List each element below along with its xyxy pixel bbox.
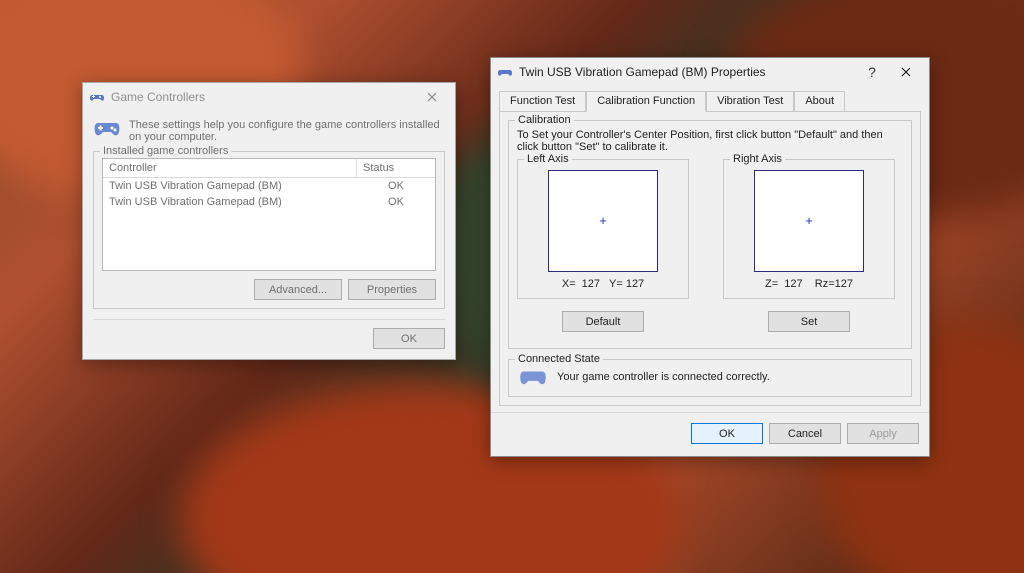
group-label: Connected State (515, 353, 603, 365)
group-label: Calibration (515, 114, 574, 126)
installed-controllers-group: Installed game controllers Controller St… (93, 151, 445, 309)
close-button[interactable] (415, 86, 449, 108)
tab-vibration-test[interactable]: Vibration Test (706, 91, 794, 112)
gamepad-icon (497, 64, 513, 80)
column-controller[interactable]: Controller (103, 159, 357, 177)
controller-name: Twin USB Vibration Gamepad (BM) (103, 178, 357, 194)
right-axis-label: Right Axis (730, 153, 785, 165)
gamepad-properties-window: Twin USB Vibration Gamepad (BM) Properti… (490, 57, 930, 457)
gamepad-icon (89, 89, 105, 105)
left-axis-box: + (548, 170, 658, 272)
crosshair-icon: + (804, 216, 814, 226)
tab-function-test[interactable]: Function Test (499, 91, 586, 112)
right-axis-box: + (754, 170, 864, 272)
set-button[interactable]: Set (768, 311, 850, 332)
tab-about[interactable]: About (794, 91, 845, 112)
titlebar[interactable]: Twin USB Vibration Gamepad (BM) Properti… (491, 58, 929, 86)
connected-state-text: Your game controller is connected correc… (557, 371, 770, 383)
dialog-footer: OK Cancel Apply (491, 412, 929, 456)
help-text: These settings help you configure the ga… (129, 119, 445, 143)
controller-status: OK (357, 194, 435, 210)
window-title: Game Controllers (111, 90, 415, 104)
calibration-instructions: To Set your Controller's Center Position… (517, 129, 903, 153)
advanced-button[interactable]: Advanced... (254, 279, 342, 300)
left-axis-readout: X= 127 Y= 127 (528, 278, 678, 290)
close-button[interactable] (889, 61, 923, 83)
ok-button[interactable]: OK (373, 328, 445, 349)
game-controllers-window: Game Controllers These settings help you… (82, 82, 456, 360)
table-row[interactable]: Twin USB Vibration Gamepad (BM) OK (103, 178, 435, 194)
tab-calibration-function[interactable]: Calibration Function (586, 91, 706, 112)
tab-content: Calibration To Set your Controller's Cen… (499, 111, 921, 406)
connected-state-group: Connected State Your game controller is … (508, 359, 912, 397)
tabstrip: Function Test Calibration Function Vibra… (491, 86, 929, 111)
right-axis-readout: Z= 127 Rz=127 (734, 278, 884, 290)
crosshair-icon: + (598, 216, 608, 226)
left-axis-label: Left Axis (524, 153, 572, 165)
ok-button[interactable]: OK (691, 423, 763, 444)
help-button[interactable]: ? (855, 61, 889, 83)
properties-button[interactable]: Properties (348, 279, 436, 300)
right-axis-block: Right Axis + Z= 127 Rz=127 Set (723, 159, 895, 332)
default-button[interactable]: Default (562, 311, 644, 332)
controllers-list[interactable]: Controller Status Twin USB Vibration Gam… (102, 158, 436, 271)
group-label: Installed game controllers (100, 145, 231, 157)
controller-status: OK (357, 178, 435, 194)
window-title: Twin USB Vibration Gamepad (BM) Properti… (519, 65, 855, 79)
left-axis-block: Left Axis + X= 127 Y= 127 Default (517, 159, 689, 332)
gamepad-icon (519, 368, 547, 386)
cancel-button[interactable]: Cancel (769, 423, 841, 444)
table-row[interactable]: Twin USB Vibration Gamepad (BM) OK (103, 194, 435, 210)
titlebar[interactable]: Game Controllers (83, 83, 455, 111)
column-status[interactable]: Status (357, 159, 435, 177)
gamepad-large-icon (93, 119, 121, 139)
apply-button[interactable]: Apply (847, 423, 919, 444)
controller-name: Twin USB Vibration Gamepad (BM) (103, 194, 357, 210)
calibration-group: Calibration To Set your Controller's Cen… (508, 120, 912, 349)
